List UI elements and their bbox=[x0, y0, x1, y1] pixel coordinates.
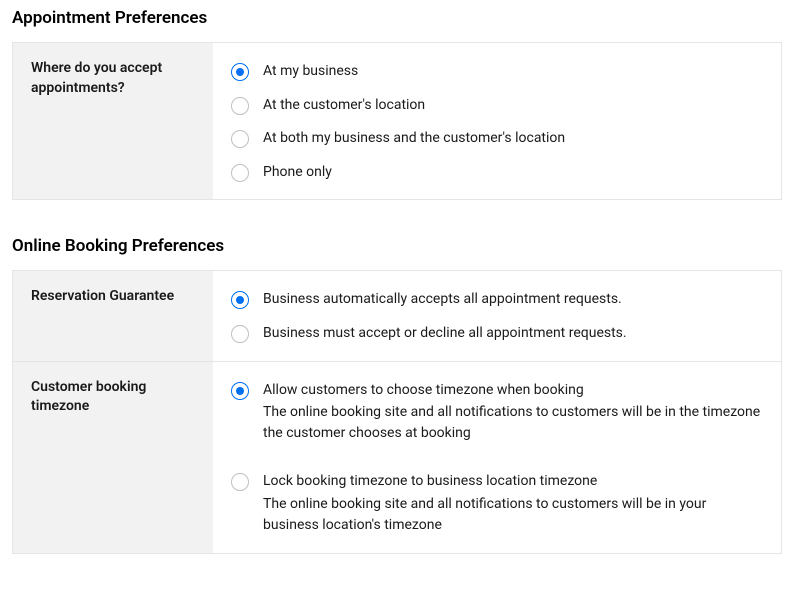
panel-row: Reservation Guarantee Business automatic… bbox=[13, 271, 781, 361]
radio-icon bbox=[231, 130, 249, 148]
radio-option-customer-location[interactable]: At the customer's location bbox=[231, 89, 763, 123]
radio-label: At my business bbox=[263, 62, 763, 82]
radio-description: The online booking site and all notifica… bbox=[263, 494, 763, 536]
radio-option-both[interactable]: At both my business and the customer's l… bbox=[231, 122, 763, 156]
radio-option-auto-accept[interactable]: Business automatically accepts all appoi… bbox=[231, 283, 763, 317]
radio-text: At both my business and the customer's l… bbox=[263, 129, 763, 149]
radio-label: At the customer's location bbox=[263, 96, 763, 116]
radio-icon bbox=[231, 164, 249, 182]
row-content: At my business At the customer's locatio… bbox=[213, 43, 781, 199]
radio-label: Business automatically accepts all appoi… bbox=[263, 290, 763, 310]
radio-label: At both my business and the customer's l… bbox=[263, 129, 763, 149]
radio-option-phone-only[interactable]: Phone only bbox=[231, 156, 763, 190]
online-booking-preferences-section: Online Booking Preferences Reservation G… bbox=[12, 236, 782, 553]
appointment-preferences-section: Appointment Preferences Where do you acc… bbox=[12, 8, 782, 200]
radio-label: Phone only bbox=[263, 163, 763, 183]
radio-icon bbox=[231, 473, 249, 491]
radio-text: At the customer's location bbox=[263, 96, 763, 116]
radio-label: Lock booking timezone to business locati… bbox=[263, 472, 763, 492]
radio-icon bbox=[231, 291, 249, 309]
radio-text: Business must accept or decline all appo… bbox=[263, 324, 763, 344]
row-label: Customer booking timezone bbox=[13, 362, 213, 553]
radio-option-at-my-business[interactable]: At my business bbox=[231, 55, 763, 89]
radio-option-business-timezone[interactable]: Lock booking timezone to business locati… bbox=[231, 465, 763, 543]
spacer bbox=[231, 451, 763, 465]
panel-row: Where do you accept appointments? At my … bbox=[13, 43, 781, 199]
radio-icon bbox=[231, 325, 249, 343]
radio-icon bbox=[231, 63, 249, 81]
row-label: Reservation Guarantee bbox=[13, 271, 213, 360]
radio-text: Business automatically accepts all appoi… bbox=[263, 290, 763, 310]
radio-text: Phone only bbox=[263, 163, 763, 183]
radio-icon bbox=[231, 382, 249, 400]
radio-text: At my business bbox=[263, 62, 763, 82]
radio-label: Allow customers to choose timezone when … bbox=[263, 381, 763, 401]
row-label: Where do you accept appointments? bbox=[13, 43, 213, 199]
radio-description: The online booking site and all notifica… bbox=[263, 402, 763, 444]
row-content: Allow customers to choose timezone when … bbox=[213, 362, 781, 553]
radio-option-customer-timezone[interactable]: Allow customers to choose timezone when … bbox=[231, 374, 763, 452]
row-content: Business automatically accepts all appoi… bbox=[213, 271, 781, 360]
panel-row: Customer booking timezone Allow customer… bbox=[13, 362, 781, 553]
radio-icon bbox=[231, 97, 249, 115]
section-title: Online Booking Preferences bbox=[12, 236, 782, 256]
radio-text: Allow customers to choose timezone when … bbox=[263, 381, 763, 445]
radio-label: Business must accept or decline all appo… bbox=[263, 324, 763, 344]
section-title: Appointment Preferences bbox=[12, 8, 782, 28]
radio-text: Lock booking timezone to business locati… bbox=[263, 472, 763, 536]
online-booking-preferences-panel: Reservation Guarantee Business automatic… bbox=[12, 270, 782, 553]
appointment-preferences-panel: Where do you accept appointments? At my … bbox=[12, 42, 782, 200]
radio-option-manual-accept[interactable]: Business must accept or decline all appo… bbox=[231, 317, 763, 351]
